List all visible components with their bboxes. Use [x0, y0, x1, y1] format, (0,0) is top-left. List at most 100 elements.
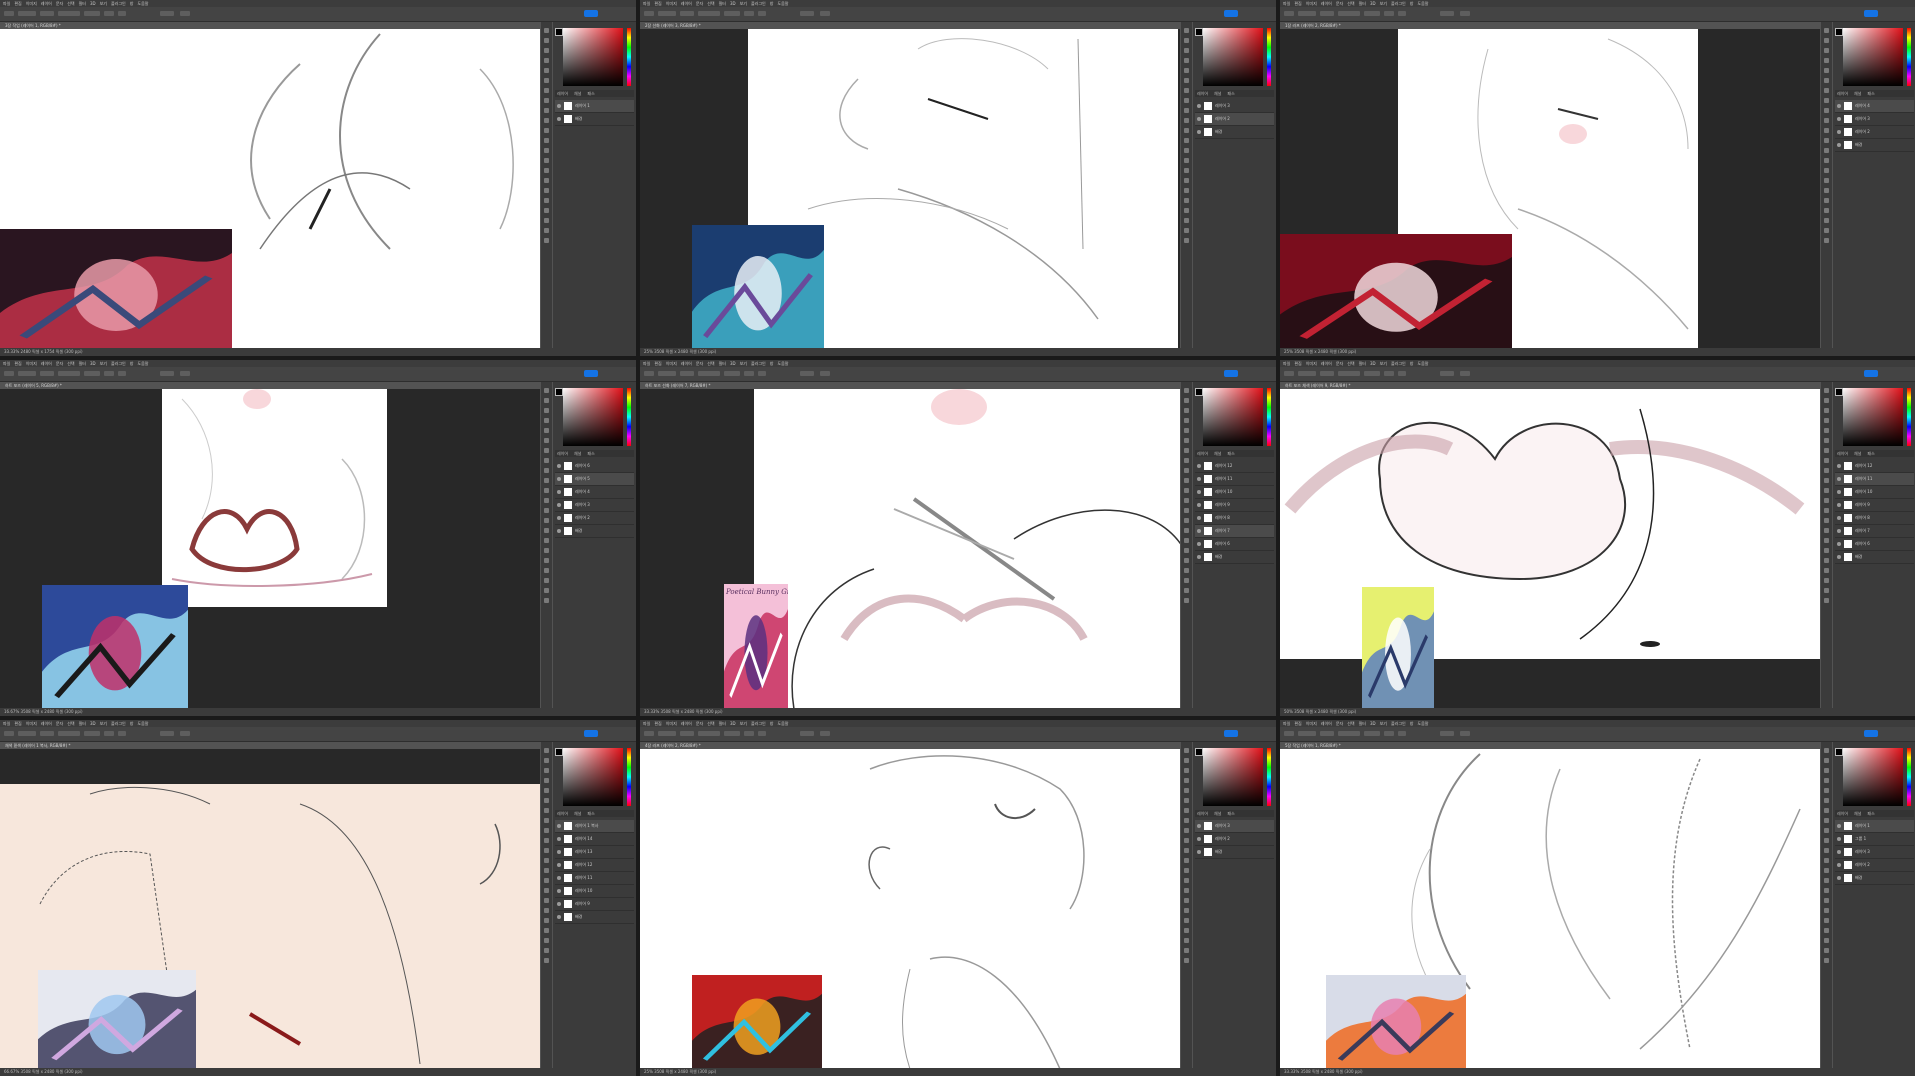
- option-control[interactable]: [4, 731, 14, 736]
- tool-icon[interactable]: [544, 558, 549, 563]
- share-button[interactable]: [584, 10, 598, 17]
- tool-icon[interactable]: [544, 528, 549, 533]
- tool-icon[interactable]: [544, 28, 549, 33]
- tool-icon[interactable]: [1824, 768, 1829, 773]
- tool-icon[interactable]: [1184, 108, 1189, 113]
- menu-item[interactable]: 창: [130, 361, 134, 366]
- layer-row[interactable]: 레이어 7: [1835, 525, 1914, 538]
- menu-item[interactable]: 도움말: [137, 361, 148, 366]
- menu-item[interactable]: 레이어: [41, 361, 52, 366]
- panel-tab[interactable]: 패스: [1227, 451, 1234, 456]
- visibility-eye-icon[interactable]: [557, 104, 561, 108]
- tool-icon[interactable]: [1184, 88, 1189, 93]
- option-control[interactable]: [658, 11, 676, 16]
- tool-icon[interactable]: [1824, 28, 1829, 33]
- panel-tab[interactable]: 레이어: [1197, 91, 1208, 96]
- menu-item[interactable]: 레이어: [1321, 361, 1332, 366]
- menu-item[interactable]: 도움말: [137, 721, 148, 726]
- option-control[interactable]: [1398, 11, 1406, 16]
- panel-tab[interactable]: 패스: [587, 811, 594, 816]
- layer-row[interactable]: 레이어 5: [555, 473, 634, 486]
- share-button[interactable]: [1224, 370, 1238, 377]
- tool-icon[interactable]: [544, 148, 549, 153]
- tool-icon[interactable]: [1824, 958, 1829, 963]
- document-tab[interactable]: 4장 러프 (레이어 2, RGB/8#) *: [640, 742, 706, 749]
- panel-tab[interactable]: 채널: [1214, 451, 1221, 456]
- tool-icon[interactable]: [1184, 228, 1189, 233]
- menu-item[interactable]: 파일: [1283, 1, 1290, 6]
- document-tab[interactable]: 5장 작업 (레이어 1, RGB/8#) *: [1280, 742, 1346, 749]
- layer-row[interactable]: 배경: [1195, 846, 1274, 859]
- color-picker[interactable]: [563, 388, 623, 446]
- layer-row[interactable]: 레이어 9: [1835, 499, 1914, 512]
- tool-icon[interactable]: [1184, 918, 1189, 923]
- layer-row[interactable]: 그룹 1: [1835, 833, 1914, 846]
- tool-icon[interactable]: [544, 118, 549, 123]
- tool-icon[interactable]: [1184, 488, 1189, 493]
- menu-item[interactable]: 편집: [14, 361, 21, 366]
- option-control[interactable]: [104, 11, 114, 16]
- tool-icon[interactable]: [1824, 788, 1829, 793]
- tool-icon[interactable]: [544, 188, 549, 193]
- option-control[interactable]: [104, 371, 114, 376]
- share-button[interactable]: [1864, 370, 1878, 377]
- visibility-eye-icon[interactable]: [1197, 555, 1201, 559]
- tool-icon[interactable]: [1824, 848, 1829, 853]
- tool-icon[interactable]: [1184, 408, 1189, 413]
- tool-icon[interactable]: [1184, 948, 1189, 953]
- layer-row[interactable]: 레이어 2: [1195, 833, 1274, 846]
- option-control[interactable]: [18, 11, 36, 16]
- layer-row[interactable]: 레이어 3: [1195, 100, 1274, 113]
- option-control[interactable]: [104, 731, 114, 736]
- menu-item[interactable]: 선택: [1347, 361, 1354, 366]
- tool-icon[interactable]: [1824, 238, 1829, 243]
- layer-row[interactable]: 레이어 12: [1195, 460, 1274, 473]
- tool-icon[interactable]: [1824, 108, 1829, 113]
- tool-icon[interactable]: [1824, 928, 1829, 933]
- hue-slider[interactable]: [627, 28, 631, 86]
- tool-icon[interactable]: [544, 938, 549, 943]
- tool-icon[interactable]: [1184, 218, 1189, 223]
- visibility-eye-icon[interactable]: [1837, 555, 1841, 559]
- option-control[interactable]: [18, 731, 36, 736]
- menu-item[interactable]: 이미지: [1306, 1, 1317, 6]
- option-control[interactable]: [1298, 11, 1316, 16]
- option-control[interactable]: [118, 11, 126, 16]
- foreground-color-swatch[interactable]: [1195, 388, 1203, 396]
- tool-icon[interactable]: [1824, 198, 1829, 203]
- tool-icon[interactable]: [1184, 238, 1189, 243]
- option-control[interactable]: [180, 371, 190, 376]
- menu-item[interactable]: 플러그인: [751, 721, 766, 726]
- tool-icon[interactable]: [1824, 818, 1829, 823]
- color-picker[interactable]: [1843, 748, 1903, 806]
- tool-icon[interactable]: [1184, 478, 1189, 483]
- menu-item[interactable]: 이미지: [1306, 361, 1317, 366]
- layer-row[interactable]: 배경: [1835, 872, 1914, 885]
- menu-item[interactable]: 문자: [56, 1, 63, 6]
- option-control[interactable]: [1398, 731, 1406, 736]
- panel-tab[interactable]: 패스: [587, 451, 594, 456]
- menu-item[interactable]: 레이어: [681, 361, 692, 366]
- document-tab[interactable]: 채색 밑색 (레이어 1 복사, RGB/8#) *: [0, 742, 76, 749]
- tool-icon[interactable]: [1184, 838, 1189, 843]
- layer-row[interactable]: 레이어 8: [1195, 512, 1274, 525]
- tool-icon[interactable]: [1824, 568, 1829, 573]
- menu-item[interactable]: 선택: [67, 1, 74, 6]
- color-picker[interactable]: [563, 748, 623, 806]
- layer-row[interactable]: 배경: [555, 525, 634, 538]
- tool-icon[interactable]: [1184, 848, 1189, 853]
- visibility-eye-icon[interactable]: [1197, 824, 1201, 828]
- menu-item[interactable]: 도움말: [1417, 361, 1428, 366]
- menu-item[interactable]: 파일: [1283, 361, 1290, 366]
- menu-item[interactable]: 보기: [1380, 361, 1387, 366]
- tool-icon[interactable]: [1184, 48, 1189, 53]
- menu-item[interactable]: 플러그인: [751, 361, 766, 366]
- tool-icon[interactable]: [1824, 408, 1829, 413]
- tool-icon[interactable]: [1824, 448, 1829, 453]
- visibility-eye-icon[interactable]: [557, 863, 561, 867]
- tool-icon[interactable]: [1184, 508, 1189, 513]
- hue-slider[interactable]: [1907, 748, 1911, 806]
- menu-item[interactable]: 필터: [719, 721, 726, 726]
- option-control[interactable]: [658, 731, 676, 736]
- panel-tab[interactable]: 채널: [574, 451, 581, 456]
